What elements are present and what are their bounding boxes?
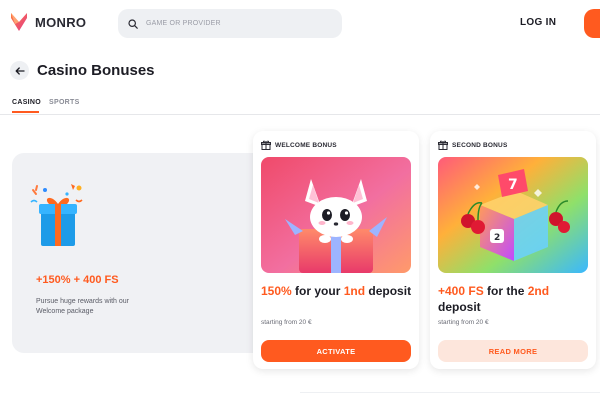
back-arrow-icon (15, 66, 25, 75)
card-subtitle: starting from 20 € (261, 319, 312, 326)
logo[interactable]: MONRO (10, 12, 86, 32)
svg-text:7: 7 (508, 177, 518, 193)
card-label: SECOND BONUS (452, 141, 508, 149)
svg-text:2: 2 (494, 233, 500, 243)
card-title-highlight: 2nd (527, 284, 550, 298)
card-title-text: deposit (365, 284, 412, 298)
page-title: Casino Bonuses (37, 62, 155, 79)
bottom-divider (300, 392, 600, 393)
page-title-row: Casino Bonuses (10, 61, 155, 80)
card-label: WELCOME BONUS (275, 141, 337, 149)
tab-bar: CASINO SPORTS (0, 97, 600, 115)
search-input[interactable] (146, 20, 326, 27)
second-bonus-image: 7 2 (438, 157, 588, 273)
header: MONRO LOG IN (0, 0, 600, 46)
read-more-button[interactable]: READ MORE (438, 340, 588, 362)
card-header: WELCOME BONUS (261, 140, 337, 150)
welcome-bonus-card: WELCOME BONUS 150% for your 1nd deposit … (253, 131, 419, 369)
card-title-text: for your (291, 284, 344, 298)
gift-icon (438, 140, 448, 150)
tab-casino[interactable]: CASINO (12, 99, 41, 106)
monro-logo-icon (11, 13, 27, 31)
back-button[interactable] (10, 61, 29, 80)
card-title-highlight: +400 FS (438, 284, 484, 298)
card-title-highlight: 1nd (343, 284, 366, 298)
promo-amount: +150% + 400 FS (36, 274, 119, 286)
tab-sports[interactable]: SPORTS (49, 99, 80, 106)
card-title: 150% for your 1nd deposit (261, 283, 413, 299)
active-tab-indicator (12, 111, 39, 113)
card-title-text: deposit (438, 300, 481, 314)
card-title-highlight: 150% (261, 284, 292, 298)
card-header: SECOND BONUS (438, 140, 508, 150)
card-title: +400 FS for the 2nd deposit (438, 283, 590, 315)
gift-box-illustration (30, 184, 83, 246)
second-bonus-card: SECOND BONUS 7 2 +400 FS for the 2nd dep… (430, 131, 596, 369)
login-button[interactable]: LOG IN (520, 17, 556, 28)
gift-icon (261, 140, 271, 150)
logo-text: MONRO (35, 14, 87, 30)
search-bar[interactable] (118, 9, 342, 38)
welcome-bonus-image (261, 157, 411, 273)
card-subtitle: starting from 20 € (438, 319, 489, 326)
activate-button[interactable]: ACTIVATE (261, 340, 411, 362)
promo-description: Pursue huge rewards with our Welcome pac… (36, 298, 129, 315)
card-title-text: for the (483, 284, 528, 298)
search-icon (128, 18, 138, 29)
signup-button[interactable] (584, 9, 600, 38)
